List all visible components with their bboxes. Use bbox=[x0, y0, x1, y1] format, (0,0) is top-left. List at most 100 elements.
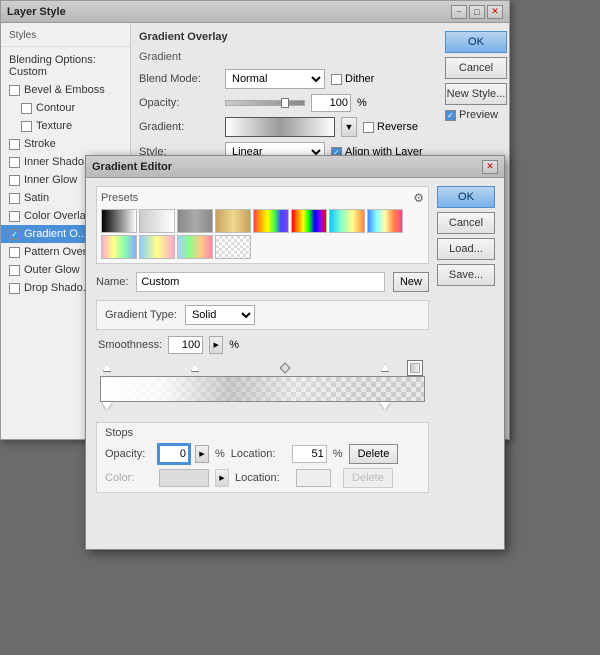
opacity-slider[interactable] bbox=[225, 100, 305, 106]
name-row: Name: New bbox=[96, 272, 429, 292]
dither-row: Dither bbox=[331, 73, 374, 85]
sidebar-styles-heading: Styles bbox=[1, 27, 130, 47]
preset-item[interactable] bbox=[101, 235, 137, 259]
blend-mode-select[interactable]: Normal bbox=[225, 69, 325, 89]
opacity-stop[interactable] bbox=[280, 364, 290, 376]
stroke-checkbox[interactable] bbox=[9, 139, 20, 150]
preset-item[interactable] bbox=[215, 235, 251, 259]
smoothness-pct: % bbox=[229, 339, 239, 351]
preset-item[interactable] bbox=[253, 209, 289, 233]
preset-item[interactable] bbox=[329, 209, 365, 233]
color-overlay-checkbox[interactable] bbox=[9, 211, 20, 222]
presets-gear-icon[interactable]: ⚙ bbox=[413, 191, 424, 205]
sidebar-item-bevel[interactable]: Bevel & Emboss bbox=[1, 81, 130, 99]
bevel-checkbox[interactable] bbox=[9, 85, 20, 96]
color-stop-mid[interactable] bbox=[380, 402, 390, 410]
ge-titlebar-controls: ✕ bbox=[482, 160, 498, 174]
color-location-input[interactable] bbox=[296, 469, 331, 487]
stop-marker-top bbox=[103, 364, 111, 372]
preset-item[interactable] bbox=[101, 209, 137, 233]
sidebar-blending-options[interactable]: Blending Options: Custom bbox=[1, 51, 130, 81]
inner-shadow-checkbox[interactable] bbox=[9, 157, 20, 168]
sidebar-item-texture[interactable]: Texture bbox=[1, 117, 130, 135]
gradient-overlay-checkbox[interactable]: ✓ bbox=[9, 229, 20, 240]
bar-gradient-overlay bbox=[101, 377, 424, 401]
ge-cancel-button[interactable]: Cancel bbox=[437, 212, 495, 234]
reverse-checkbox[interactable] bbox=[363, 122, 374, 133]
cancel-button[interactable]: Cancel bbox=[445, 57, 507, 79]
presets-label: Presets ⚙ bbox=[101, 191, 424, 205]
opacity-row: Opacity: % bbox=[139, 94, 431, 112]
maximize-button[interactable]: □ bbox=[469, 5, 485, 19]
sidebar-item-stroke[interactable]: Stroke bbox=[1, 135, 130, 153]
opacity-stop[interactable] bbox=[102, 364, 112, 376]
contour-checkbox[interactable] bbox=[21, 103, 32, 114]
gradient-bar-container bbox=[100, 362, 425, 416]
minimize-button[interactable]: ⎯ bbox=[451, 5, 467, 19]
gradient-main-bar[interactable] bbox=[100, 376, 425, 402]
ge-ok-button[interactable]: OK bbox=[437, 186, 495, 208]
smoothness-arrow[interactable]: ▶ bbox=[209, 336, 223, 354]
preview-checkbox[interactable]: ✓ bbox=[445, 110, 456, 121]
opacity-stop-right[interactable] bbox=[407, 360, 423, 376]
pattern-overlay-checkbox[interactable] bbox=[9, 247, 20, 258]
outer-glow-checkbox[interactable] bbox=[9, 265, 20, 276]
dither-checkbox[interactable] bbox=[331, 74, 342, 85]
texture-checkbox[interactable] bbox=[21, 121, 32, 132]
ge-close-button[interactable]: ✕ bbox=[482, 160, 498, 174]
color-arrow[interactable]: ▶ bbox=[215, 469, 229, 487]
opacity-stop-arrow[interactable]: ▶ bbox=[195, 445, 209, 463]
preset-item[interactable] bbox=[139, 235, 175, 259]
opacity-pct: % bbox=[357, 97, 367, 109]
preset-item[interactable] bbox=[177, 235, 213, 259]
ge-titlebar: Gradient Editor ✕ bbox=[86, 156, 504, 178]
opacity-stop[interactable] bbox=[380, 364, 390, 376]
gradient-preview[interactable] bbox=[225, 117, 335, 137]
smoothness-input[interactable] bbox=[168, 336, 203, 354]
name-input[interactable] bbox=[136, 272, 385, 292]
inner-glow-checkbox[interactable] bbox=[9, 175, 20, 186]
drop-shadow-checkbox[interactable] bbox=[9, 283, 20, 294]
sidebar-item-contour[interactable]: Contour bbox=[1, 99, 130, 117]
gradient-dropdown-arrow[interactable]: ▼ bbox=[341, 117, 357, 137]
ge-save-button[interactable]: Save... bbox=[437, 264, 495, 286]
opacity-stop-input[interactable] bbox=[159, 445, 189, 463]
inner-glow-label: Inner Glow bbox=[24, 174, 77, 186]
satin-label: Satin bbox=[24, 192, 49, 204]
opacity-location-input[interactable] bbox=[292, 445, 327, 463]
opacity-stop-label: Opacity: bbox=[105, 448, 153, 460]
preset-item[interactable] bbox=[367, 209, 403, 233]
opacity-input[interactable] bbox=[311, 94, 351, 112]
type-select[interactable]: Solid Noise bbox=[185, 305, 255, 325]
ls-buttons: OK Cancel New Style... ✓ Preview bbox=[439, 23, 509, 129]
opacity-label: Opacity: bbox=[139, 97, 219, 109]
opacity-delete-button[interactable]: Delete bbox=[349, 444, 399, 464]
color-delete-button: Delete bbox=[343, 468, 393, 488]
new-style-button[interactable]: New Style... bbox=[445, 83, 507, 105]
preset-item[interactable] bbox=[215, 209, 251, 233]
smoothness-row: Smoothness: ▶ % bbox=[96, 336, 429, 354]
opacity-thumb[interactable] bbox=[281, 98, 289, 108]
opacity-stop[interactable] bbox=[190, 364, 200, 376]
top-stops bbox=[100, 362, 425, 376]
preset-item[interactable] bbox=[139, 209, 175, 233]
drop-shadow-label: Drop Shado... bbox=[24, 282, 92, 294]
stop-inner bbox=[410, 363, 420, 373]
ok-button[interactable]: OK bbox=[445, 31, 507, 53]
preset-item[interactable] bbox=[177, 209, 213, 233]
close-button[interactable]: ✕ bbox=[487, 5, 503, 19]
type-label: Gradient Type: bbox=[105, 309, 177, 321]
ge-load-button[interactable]: Load... bbox=[437, 238, 495, 260]
color-swatch[interactable] bbox=[159, 469, 209, 487]
satin-checkbox[interactable] bbox=[9, 193, 20, 204]
gradient-editor-window: Gradient Editor ✕ Presets ⚙ bbox=[85, 155, 505, 550]
layer-style-title: Layer Style bbox=[7, 6, 66, 18]
reverse-label: Reverse bbox=[377, 121, 418, 133]
layer-style-titlebar: Layer Style ⎯ □ ✕ bbox=[1, 1, 509, 23]
preset-item[interactable] bbox=[291, 209, 327, 233]
opacity-stop-pct: % bbox=[215, 448, 225, 460]
color-stop-left[interactable] bbox=[102, 402, 112, 410]
ge-body: Presets ⚙ bbox=[86, 178, 504, 549]
blend-mode-label: Blend Mode: bbox=[139, 73, 219, 85]
new-gradient-button[interactable]: New bbox=[393, 272, 429, 292]
